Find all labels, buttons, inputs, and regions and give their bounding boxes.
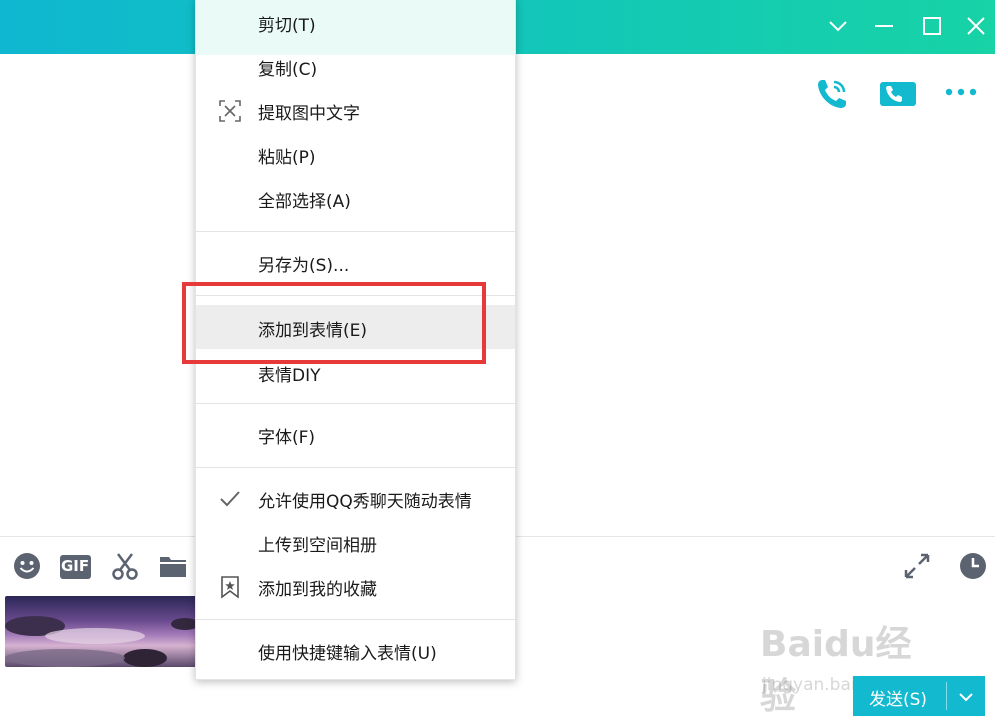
menu-item-select-all[interactable]: 全部选择(A) bbox=[196, 178, 515, 218]
history-clock-icon[interactable] bbox=[958, 551, 988, 581]
screenshot-scissors-icon[interactable] bbox=[110, 551, 140, 581]
extract-text-icon bbox=[219, 100, 241, 122]
menu-item-font[interactable]: 字体(F) bbox=[196, 414, 515, 454]
menu-item-cut[interactable]: 剪切(T) bbox=[196, 2, 515, 42]
menu-separator bbox=[196, 231, 515, 232]
close-icon[interactable] bbox=[962, 12, 990, 40]
menu-item-label: 使用快捷键输入表情(U) bbox=[258, 644, 437, 664]
menu-item-label: 字体(F) bbox=[258, 428, 316, 448]
menu-item-label: 复制(C) bbox=[258, 60, 318, 80]
chevron-down-icon[interactable] bbox=[824, 12, 852, 40]
menu-item-label: 上传到空间相册 bbox=[258, 536, 377, 556]
menu-item-paste[interactable]: 粘贴(P) bbox=[196, 134, 515, 174]
emoji-icon[interactable] bbox=[12, 551, 42, 581]
menu-item-extract-text[interactable]: 提取图中文字 bbox=[196, 90, 515, 130]
checkmark-icon bbox=[220, 491, 240, 507]
send-label: 发送(S) bbox=[869, 690, 928, 710]
gif-label: GIF bbox=[61, 557, 90, 575]
menu-item-label: 允许使用QQ秀聊天随动表情 bbox=[258, 492, 472, 512]
menu-item-label: 提取图中文字 bbox=[258, 104, 360, 124]
menu-item-label: 添加到我的收藏 bbox=[258, 580, 377, 600]
menu-item-save-as[interactable]: 另存为(S)... bbox=[196, 242, 515, 282]
menu-item-label: 另存为(S)... bbox=[258, 256, 350, 276]
send-separator bbox=[946, 682, 947, 710]
menu-item-copy[interactable]: 复制(C) bbox=[196, 46, 515, 86]
menu-item-shortcut-stickers[interactable]: 使用快捷键输入表情(U) bbox=[196, 630, 515, 670]
menu-separator bbox=[196, 619, 515, 620]
menu-item-label: 剪切(T) bbox=[258, 16, 316, 36]
menu-item-label: 全部选择(A) bbox=[258, 192, 351, 212]
send-button[interactable]: 发送(S) bbox=[853, 676, 985, 716]
maximize-icon[interactable] bbox=[918, 12, 946, 40]
expand-icon[interactable] bbox=[902, 551, 932, 581]
minimize-icon[interactable] bbox=[870, 12, 898, 40]
menu-item-add-favorites[interactable]: 添加到我的收藏 bbox=[196, 566, 515, 606]
video-call-icon[interactable] bbox=[878, 74, 918, 114]
menu-item-label: 表情DIY bbox=[258, 366, 321, 386]
menu-item-label: 粘贴(P) bbox=[258, 148, 316, 168]
menu-separator bbox=[196, 467, 515, 468]
menu-item-allow-qq-show[interactable]: 允许使用QQ秀聊天随动表情 bbox=[196, 478, 515, 518]
menu-item-upload-album[interactable]: 上传到空间相册 bbox=[196, 522, 515, 562]
phone-call-icon[interactable] bbox=[812, 74, 852, 114]
highlight-annotation-box bbox=[182, 282, 486, 364]
bookmark-star-icon bbox=[221, 576, 239, 599]
menu-separator bbox=[196, 403, 515, 404]
gif-icon[interactable]: GIF bbox=[60, 555, 91, 579]
folder-icon[interactable] bbox=[158, 551, 188, 581]
more-icon[interactable] bbox=[941, 74, 981, 114]
chevron-down-icon[interactable] bbox=[957, 688, 975, 706]
